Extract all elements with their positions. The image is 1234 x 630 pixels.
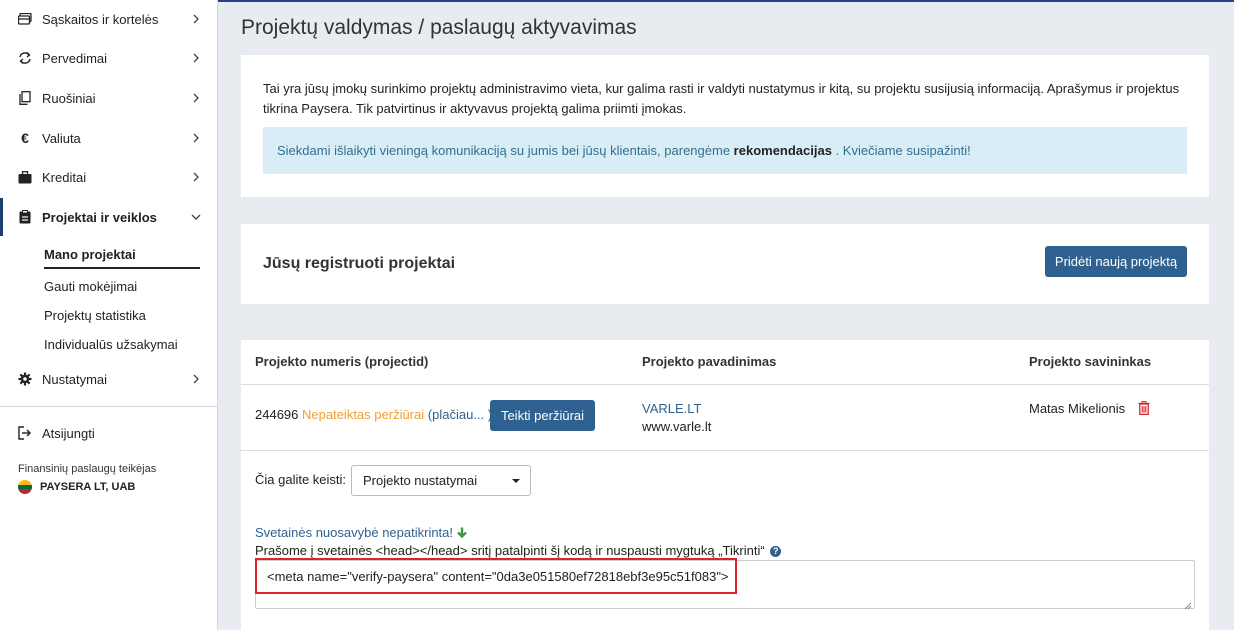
meta-code-text: <meta name="verify-paysera" content="0da… (267, 568, 729, 584)
column-header-project-id: Projekto numeris (projectid) (255, 354, 429, 369)
chevron-right-icon (191, 14, 201, 24)
company-name: PAYSERA LT, UAB (40, 481, 136, 493)
sidebar-item-currency[interactable]: € Valiuta (0, 119, 217, 157)
sidebar-item-settings[interactable]: Nustatymai (0, 360, 217, 398)
subnav-project-statistics[interactable]: Projektų statistika (44, 308, 146, 323)
registered-projects-title: Jūsų registruoti projektai (263, 255, 456, 272)
project-url: www.varle.lt (642, 419, 712, 434)
verification-instructions: Prašome į svetainės <head></head> sritį … (255, 543, 782, 558)
ownership-status-text: Svetainės nuosavybė nepatikrinta! (255, 525, 454, 540)
more-info-link[interactable]: plačiau... (432, 407, 484, 422)
project-id: 244696 (255, 407, 299, 422)
subnav-my-projects[interactable]: Mano projektai (44, 247, 136, 262)
projects-table-card: Projekto numeris (projectid) Projekto pa… (241, 340, 1209, 630)
chevron-right-icon (191, 172, 201, 182)
sidebar-item-label: Projektai ir veiklos (42, 209, 157, 225)
sidebar-item-label: Nustatymai (42, 371, 108, 387)
cards-icon (18, 12, 32, 26)
sidebar-item-label: Pervedimai (42, 50, 108, 66)
recommendations-link[interactable]: rekomendacijas (734, 143, 832, 158)
caret-down-icon (512, 479, 520, 483)
company-info: PAYSERA LT, UAB (18, 480, 135, 494)
trash-icon[interactable] (1138, 401, 1150, 418)
table-header-divider (241, 384, 1209, 385)
help-icon[interactable]: ? (770, 546, 782, 558)
column-header-project-name: Projekto pavadinimas (642, 354, 777, 369)
instructions-text: Prašome į svetainės <head></head> sritį … (255, 543, 765, 558)
subnav-received-payments[interactable]: Gauti mokėjimai (44, 279, 137, 294)
project-status-badge: Nepateiktas peržiūrai (302, 407, 425, 422)
project-settings-select[interactable]: Projekto nustatymai (351, 465, 531, 496)
financial-provider-label: Finansinių paslaugų teikėjas (18, 463, 157, 475)
sidebar-item-templates[interactable]: Ruošiniai (0, 79, 217, 117)
sidebar-item-transfers[interactable]: Pervedimai (0, 39, 217, 77)
column-header-project-owner: Projekto savininkas (1029, 354, 1152, 369)
table-row-divider (241, 450, 1209, 451)
chevron-down-icon (191, 212, 201, 222)
euro-icon: € (21, 130, 29, 146)
sidebar-item-projects[interactable]: Projektai ir veiklos (0, 198, 217, 236)
meta-code-highlight: <meta name="verify-paysera" content="0da… (255, 558, 737, 594)
chevron-right-icon (191, 133, 201, 143)
info-text-post: . Kviečiame susipažinti! (835, 143, 971, 158)
registered-projects-card: Jūsų registruoti projektai Pridėti naują… (241, 224, 1209, 304)
sidebar-item-label: Valiuta (42, 130, 81, 146)
select-value: Projekto nustatymai (363, 473, 478, 488)
table-row: 244696 Nepateiktas peržiūrai (plačiau...… (255, 407, 492, 422)
gear-icon (18, 372, 32, 386)
lithuania-flag-icon (18, 480, 32, 494)
sidebar-divider (0, 406, 217, 407)
info-alert: Siekdami išlaikyti vieningą komunikaciją… (263, 127, 1187, 174)
intro-card: Tai yra jūsų įmokų surinkimo projektų ad… (241, 55, 1209, 197)
resize-handle-icon[interactable] (1184, 598, 1192, 610)
submit-review-button[interactable]: Teikti peržiūrai (490, 400, 595, 431)
sidebar: Sąskaitos ir kortelės Pervedimai Ruošini… (0, 0, 218, 630)
clipboard-icon (18, 210, 32, 224)
copy-icon (18, 91, 32, 105)
sidebar-item-label: Sąskaitos ir kortelės (42, 11, 159, 27)
ownership-status: Svetainės nuosavybė nepatikrinta! (255, 525, 467, 541)
logout-icon (18, 426, 32, 440)
page-title: Projektų valdymas / paslaugų aktyvavimas (241, 16, 637, 39)
active-subitem-underline (44, 267, 200, 269)
edit-label: Čia galite keisti: (255, 472, 347, 487)
add-project-button[interactable]: Pridėti naują projektą (1045, 246, 1187, 277)
chevron-right-icon (191, 374, 201, 384)
project-name-link[interactable]: VARLE.LT (642, 401, 701, 416)
sidebar-item-label: Atsijungti (42, 425, 95, 441)
subnav-individual-orders[interactable]: Individualūs užsakymai (44, 337, 178, 352)
intro-text: Tai yra jūsų įmokų surinkimo projektų ad… (263, 81, 1180, 116)
sidebar-item-logout[interactable]: Atsijungti (0, 414, 217, 452)
chevron-right-icon (191, 53, 201, 63)
chevron-right-icon (191, 93, 201, 103)
briefcase-icon (18, 170, 32, 184)
arrow-down-icon (456, 526, 467, 541)
sidebar-item-label: Ruošiniai (42, 90, 96, 106)
project-owner: Matas Mikelionis (1029, 401, 1126, 416)
sidebar-item-accounts[interactable]: Sąskaitos ir kortelės (0, 0, 217, 38)
transfer-icon (18, 51, 32, 65)
sidebar-item-credits[interactable]: Kreditai (0, 158, 217, 196)
top-accent-line (218, 0, 1234, 2)
sidebar-item-label: Kreditai (42, 169, 87, 185)
info-text-pre: Siekdami išlaikyti vieningą komunikaciją… (277, 143, 731, 158)
